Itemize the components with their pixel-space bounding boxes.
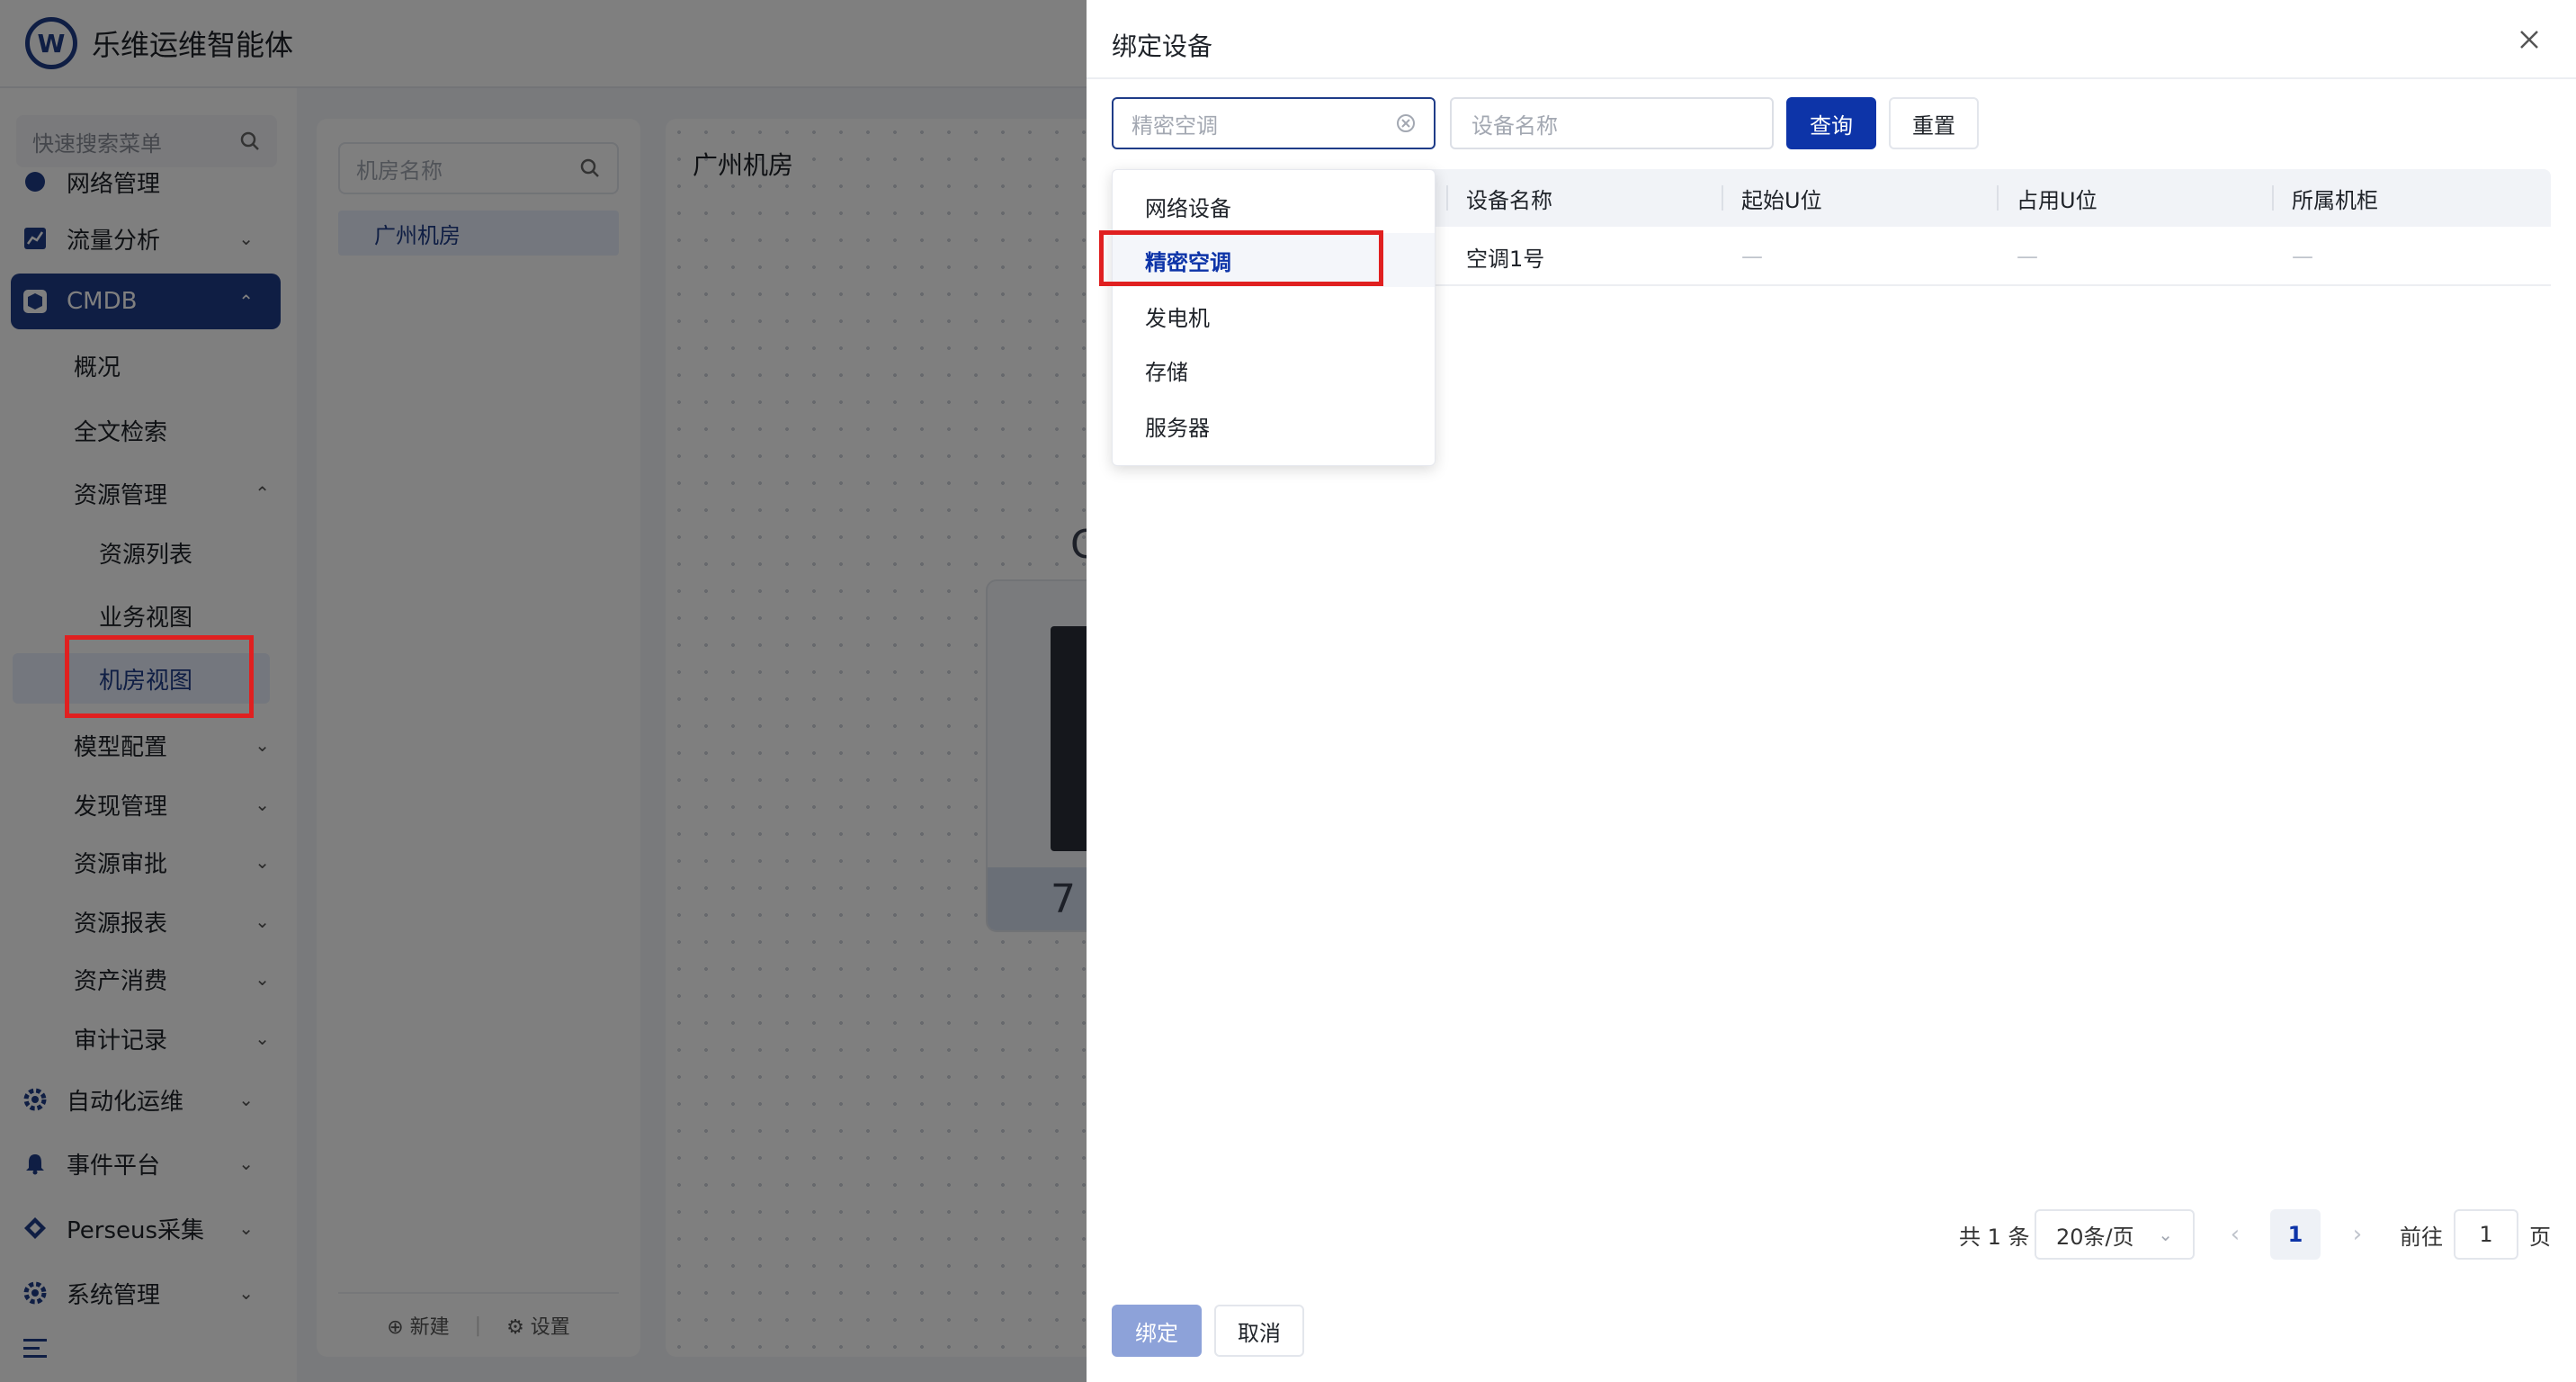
chevron-right-icon: › [2352, 1221, 2363, 1248]
page-size-value: 20条/页 [2056, 1224, 2134, 1250]
bind-button[interactable]: 绑定 [1112, 1305, 1202, 1357]
cell-start-u: — [1741, 244, 1763, 269]
next-page-button[interactable]: › [2344, 1209, 2371, 1260]
dropdown-option-storage[interactable]: 存储 [1113, 343, 1435, 397]
column-divider [1997, 185, 1999, 211]
close-button[interactable] [2517, 27, 2542, 52]
bind-device-drawer: 绑定设备 精密空调 设备名称 查询 重置 设备名称 起始U位 占用U位 所属机柜… [1087, 0, 2576, 1382]
column-divider [1722, 185, 1723, 211]
drawer-header: 绑定设备 [1087, 0, 2576, 79]
query-button[interactable]: 查询 [1786, 97, 1876, 149]
column-header-label: 占用U位 [2017, 187, 2097, 213]
column-header-label: 起始U位 [1741, 187, 1822, 213]
page-suffix: 页 [2529, 1224, 2551, 1250]
reset-button[interactable]: 重置 [1889, 97, 1979, 149]
clear-icon[interactable] [1396, 113, 1416, 133]
pagination-total: 共 1 条 [1959, 1224, 2030, 1250]
cancel-button[interactable]: 取消 [1214, 1305, 1304, 1357]
dropdown-option-generator[interactable]: 发电机 [1113, 289, 1435, 343]
column-header: 占用U位 [1997, 169, 2272, 227]
cell-device-name: 空调1号 [1466, 246, 1545, 272]
column-header-label: 设备名称 [1466, 187, 1552, 213]
column-header: 起始U位 [1722, 169, 1997, 227]
device-type-dropdown: 网络设备 精密空调 发电机 存储 服务器 [1112, 169, 1436, 466]
column-header: 设备名称 [1446, 169, 1722, 227]
column-header: 所属机柜 [2272, 169, 2547, 227]
cell-used-u: — [2017, 244, 2038, 269]
dropdown-option-precision-ac[interactable]: 精密空调 [1113, 233, 1435, 287]
pagination: 共 1 条 20条/页 ⌄ ‹ 1 › 前往 1 页 [1087, 1209, 2576, 1260]
column-divider [1446, 185, 1448, 211]
drawer-title: 绑定设备 [1112, 31, 1213, 61]
close-icon [2520, 31, 2538, 49]
dropdown-option-network[interactable]: 网络设备 [1113, 179, 1435, 233]
page-size-select[interactable]: 20条/页 ⌄ [2035, 1209, 2195, 1260]
device-type-select[interactable]: 精密空调 [1112, 97, 1436, 149]
goto-page-input[interactable]: 1 [2454, 1209, 2518, 1260]
chevron-down-icon: ⌄ [2158, 1224, 2173, 1245]
column-header-label: 所属机柜 [2292, 187, 2378, 213]
column-divider [2272, 185, 2274, 211]
device-name-input[interactable]: 设备名称 [1450, 97, 1774, 149]
goto-label: 前往 [2400, 1224, 2443, 1250]
dropdown-option-server[interactable]: 服务器 [1113, 399, 1435, 453]
device-name-placeholder: 设备名称 [1471, 112, 1558, 139]
chevron-left-icon: ‹ [2230, 1221, 2241, 1248]
prev-page-button[interactable]: ‹ [2222, 1209, 2249, 1260]
device-type-placeholder: 精密空调 [1131, 112, 1218, 139]
page-number-current[interactable]: 1 [2270, 1209, 2321, 1260]
cell-cabinet: — [2292, 244, 2313, 269]
